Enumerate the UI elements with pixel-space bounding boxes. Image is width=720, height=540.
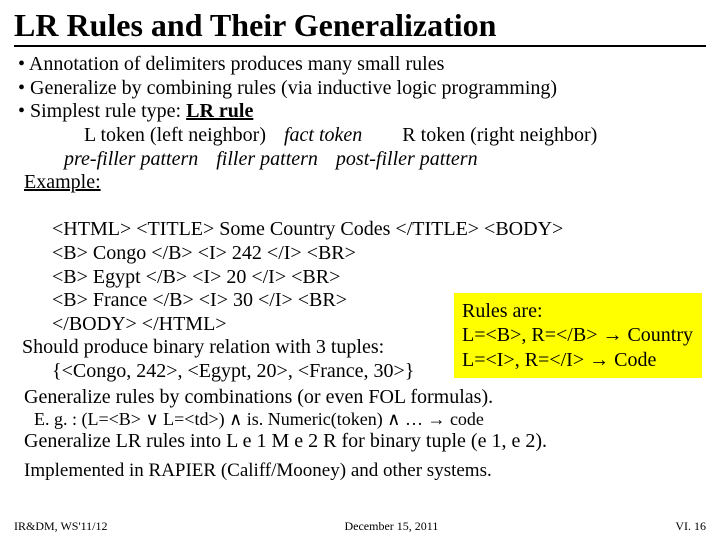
rule-2: L=<I>, R=</I> → Code <box>462 348 694 372</box>
example-label-text: Example: <box>24 171 101 193</box>
r-token: R token (right neighbor) <box>402 124 597 146</box>
code-l1: <HTML> <TITLE> Some Country Codes </TITL… <box>52 218 563 240</box>
schema-line-2: pre-filler pattern filler pattern post-fil… <box>64 148 706 172</box>
code-l4: <B> France </B> <I> 30 </I> <BR> <box>52 289 347 311</box>
slide-title: LR Rules and Their Generalization <box>14 8 706 43</box>
title-underline <box>14 45 706 47</box>
eg-mid2: is. Numeric(token) <box>242 409 387 429</box>
filler: filler pattern <box>216 148 318 170</box>
bullet-3-term: LR rule <box>186 100 253 122</box>
l-token: L token (left neighbor) <box>84 124 266 146</box>
pre-filler: pre-filler pattern <box>64 148 198 170</box>
generalize-2: Generalize LR rules into L e 1 M e 2 R f… <box>24 430 706 454</box>
footer: IR&DM, WS'11/12 December 15, 2011 VI. 16 <box>0 519 720 534</box>
bullet-1: • Annotation of delimiters produces many… <box>18 53 706 77</box>
arrow-icon: → <box>602 324 622 346</box>
code-l5: </BODY> </HTML> <box>52 313 227 335</box>
footer-center: December 15, 2011 <box>344 519 438 534</box>
rule-1-pre: L=<B>, R=</B> <box>462 324 602 346</box>
fact-token: fact token <box>284 124 362 146</box>
eg-line: E. g. : (L=<B> ∨ L=<td>) ∧ is. Numeric(t… <box>34 409 706 430</box>
arrow-icon: → <box>589 349 609 371</box>
footer-left: IR&DM, WS'11/12 <box>14 519 108 534</box>
bullet-3-pre: • Simplest rule type: <box>18 100 186 122</box>
post-filler: post-filler pattern <box>336 148 478 170</box>
code-l2: <B> Congo </B> <I> 242 </I> <BR> <box>52 242 356 264</box>
eg-mid1: L=<td>) <box>159 409 229 429</box>
rule-1: L=<B>, R=</B> → Country <box>462 323 694 347</box>
rule-2-post: Code <box>609 349 656 371</box>
rules-box: Rules are: L=<B>, R=</B> → Country L=<I>… <box>454 293 702 378</box>
bullet-3: • Simplest rule type: LR rule <box>18 100 706 124</box>
rule-1-post: Country <box>622 324 693 346</box>
bullet-list: • Annotation of delimiters produces many… <box>18 53 706 124</box>
slide: LR Rules and Their Generalization • Anno… <box>0 0 720 540</box>
eg-pre: E. g. : (L=<B> <box>34 409 145 429</box>
eg-mid3: … <box>400 409 427 429</box>
eg-post: code <box>445 409 483 429</box>
rules-head: Rules are: <box>462 299 694 323</box>
body: • Annotation of delimiters produces many… <box>14 53 706 482</box>
and-symbol-1: ∧ <box>229 409 242 429</box>
and-symbol-2: ∧ <box>387 409 400 429</box>
or-symbol: ∨ <box>145 409 158 429</box>
example-label: Example: <box>24 171 706 195</box>
bullet-2: • Generalize by combining rules (via ind… <box>18 77 706 101</box>
rule-2-pre: L=<I>, R=</I> <box>462 349 589 371</box>
implemented-line: Implemented in RAPIER (Califf/Mooney) an… <box>24 460 706 482</box>
generalize-1: Generalize rules by combinations (or eve… <box>24 386 706 410</box>
code-l3: <B> Egypt </B> <I> 20 </I> <BR> <box>52 266 340 288</box>
footer-right: VI. 16 <box>675 519 706 534</box>
schema-line-1: L token (left neighbor) fact token R token… <box>84 124 706 148</box>
arrow-symbol: → <box>427 409 445 429</box>
